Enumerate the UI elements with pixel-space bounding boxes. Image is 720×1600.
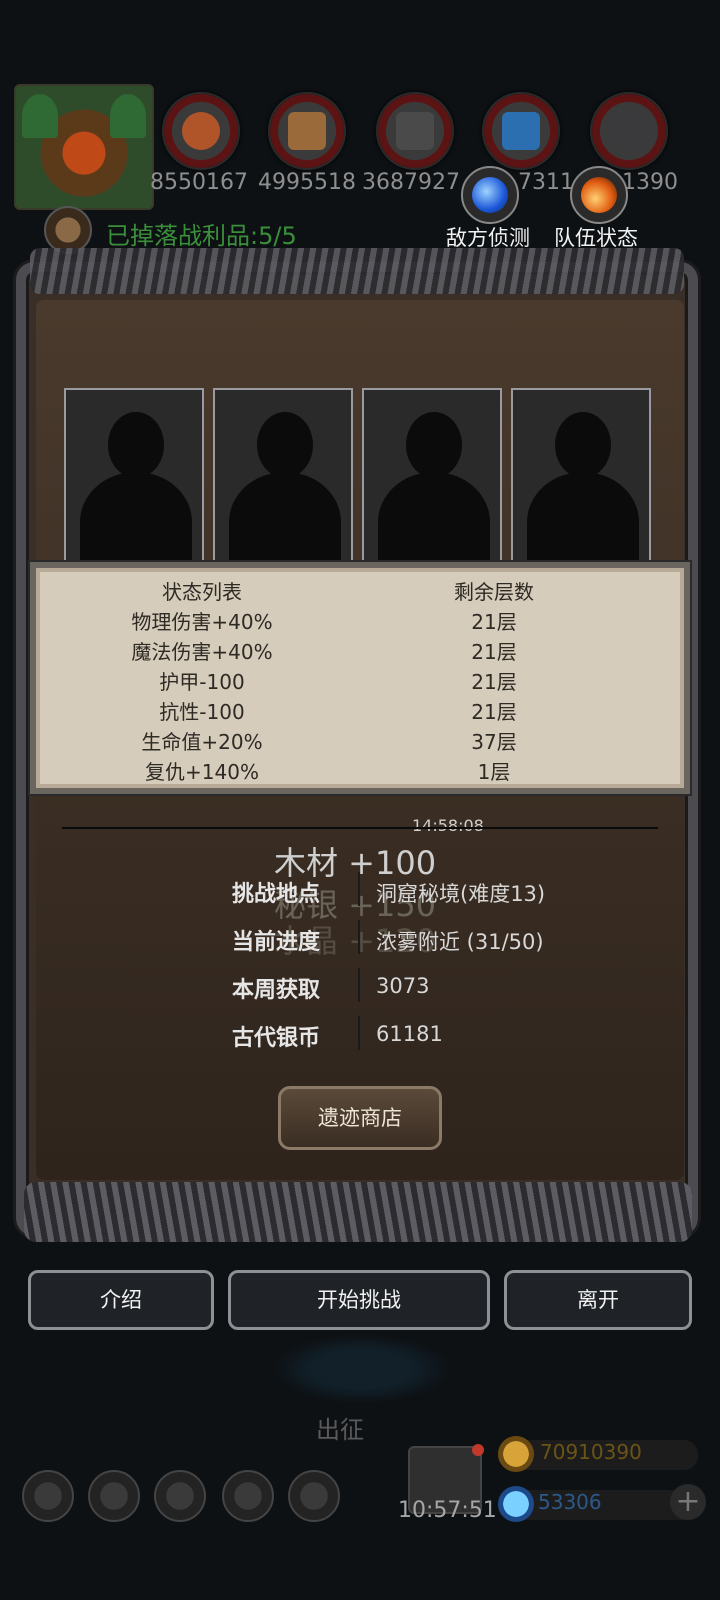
- status-name: 物理伤害+40%: [131, 610, 273, 634]
- player-avatar[interactable]: [14, 84, 154, 210]
- progress-label: 当前进度: [232, 930, 321, 955]
- enemy-scout-button[interactable]: [461, 166, 519, 224]
- notification-dot: [472, 1444, 484, 1456]
- layers-header: 剩余层数: [454, 580, 534, 604]
- status-name: 魔法伤害+40%: [131, 640, 273, 664]
- add-currency-button[interactable]: +: [670, 1484, 706, 1520]
- guild-menu-icon[interactable]: [154, 1470, 206, 1522]
- bag-icon[interactable]: [288, 1470, 340, 1522]
- status-layers: 21层: [471, 670, 517, 694]
- loot-bag-icon: [44, 206, 92, 254]
- expedition-label: 出征: [316, 1416, 364, 1444]
- intro-button[interactable]: 介绍: [28, 1270, 214, 1330]
- gem-value: 53306: [538, 1490, 602, 1514]
- weekly-value: 3073: [376, 974, 430, 998]
- separator: [358, 1016, 360, 1050]
- location-label: 挑战地点: [232, 882, 321, 907]
- progress-value: 浓雾附近 (31/50): [376, 930, 544, 954]
- status-layers: 1层: [477, 760, 511, 784]
- wood-value: 4995518: [258, 170, 356, 195]
- emblem-decoration: [272, 1334, 452, 1404]
- stone-value: 1390: [622, 170, 678, 195]
- status-name: 生命值+20%: [141, 730, 263, 754]
- status-layers: 21层: [471, 700, 517, 724]
- hero-slot-empty[interactable]: [213, 388, 353, 562]
- hero-slot-empty[interactable]: [362, 388, 502, 562]
- status-layers: 21层: [471, 610, 517, 634]
- status-name: 复仇+140%: [145, 760, 259, 784]
- meat-value: 8550167: [150, 170, 248, 195]
- gold-coin-icon: [498, 1436, 534, 1472]
- iron-icon: [376, 92, 454, 170]
- status-list-panel: 状态列表 剩余层数 物理伤害+40% 21层 魔法伤害+40% 21层 护甲-1…: [30, 562, 690, 794]
- crystal-icon: [482, 92, 560, 170]
- separator: [358, 872, 360, 906]
- coin-label: 古代银币: [232, 1026, 321, 1051]
- silhouette-icon: [406, 412, 462, 478]
- palm-tree-icon: [110, 94, 146, 138]
- hero-slot-empty[interactable]: [511, 388, 651, 562]
- separator: [358, 968, 360, 1002]
- separator: [358, 920, 360, 954]
- silhouette-icon: [555, 412, 611, 478]
- stone-icon: [590, 92, 668, 170]
- leave-button[interactable]: 离开: [504, 1270, 692, 1330]
- mail-icon[interactable]: [222, 1470, 274, 1522]
- palm-tree-icon: [22, 94, 58, 138]
- coin-value: 61181: [376, 1022, 443, 1046]
- ornate-frame-top: [30, 248, 684, 294]
- loot-status-text: 已掉落战利品:5/5: [106, 222, 297, 250]
- start-challenge-button[interactable]: 开始挑战: [228, 1270, 490, 1330]
- iron-value: 3687927: [362, 170, 460, 195]
- status-layers: 37层: [471, 730, 517, 754]
- team-status-button[interactable]: [570, 166, 628, 224]
- status-name: 抗性-100: [159, 700, 245, 724]
- crystal-value: 7311: [518, 170, 574, 195]
- status-name: 护甲-100: [159, 670, 245, 694]
- fire-icon: [581, 177, 617, 213]
- wood-icon: [268, 92, 346, 170]
- hero-menu-icon[interactable]: [88, 1470, 140, 1522]
- silhouette-icon: [108, 412, 164, 478]
- gold-value: 70910390: [540, 1440, 642, 1464]
- divider: [62, 827, 658, 829]
- radar-icon: [472, 177, 508, 213]
- relic-shop-button[interactable]: 遗迹商店: [278, 1086, 442, 1150]
- refresh-timer: 14:58:08: [412, 816, 484, 835]
- status-header: 状态列表: [162, 580, 242, 604]
- weekly-label: 本周获取: [232, 978, 321, 1003]
- location-value: 洞窟秘境(难度13): [376, 882, 546, 906]
- gem-icon: [498, 1486, 534, 1522]
- game-clock: 10:57:51: [398, 1498, 497, 1523]
- meat-icon: [162, 92, 240, 170]
- settings-icon[interactable]: [22, 1470, 74, 1522]
- silhouette-icon: [257, 412, 313, 478]
- status-layers: 21层: [471, 640, 517, 664]
- ornate-frame-bottom: [24, 1182, 692, 1242]
- hero-slot-empty[interactable]: [64, 388, 204, 562]
